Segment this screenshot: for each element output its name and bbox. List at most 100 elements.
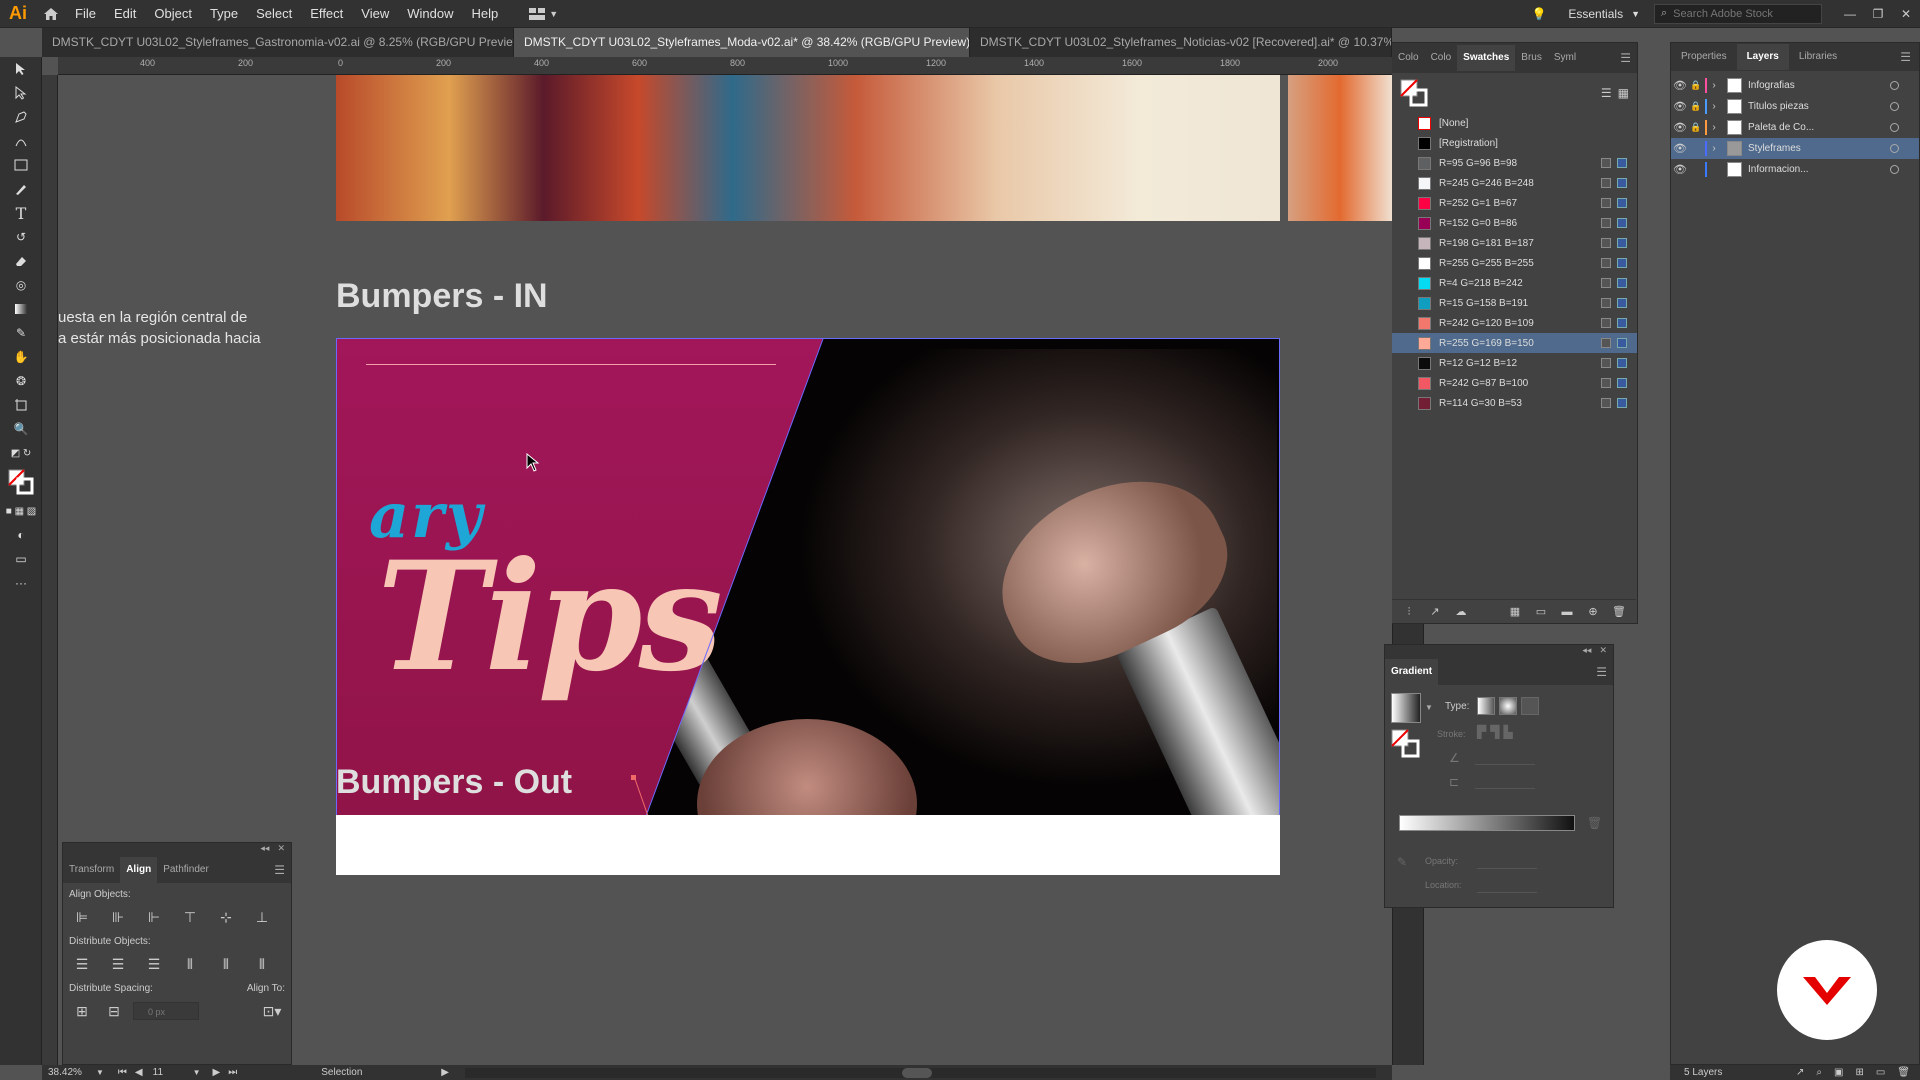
menu-help[interactable]: Help	[462, 6, 507, 21]
lightbulb-icon[interactable]: 💡	[1524, 7, 1554, 21]
tab-libraries[interactable]: Libraries	[1789, 44, 1847, 70]
previous-artboard-icon[interactable]: ◀	[135, 1067, 143, 1078]
export-icon[interactable]: ↗	[1796, 1067, 1804, 1078]
menu-file[interactable]: File	[66, 6, 105, 21]
minimize-button[interactable]: —	[1836, 7, 1864, 21]
tab-align[interactable]: Align	[120, 857, 158, 883]
opacity-field[interactable]	[1477, 853, 1537, 869]
lock-icon[interactable]: 🔒	[1689, 80, 1703, 91]
drawing-modes-icon[interactable]: ◐	[0, 523, 42, 547]
distribute-left-icon[interactable]: ⦀	[177, 951, 203, 977]
distribute-bottom-icon[interactable]: ☰	[141, 951, 167, 977]
chevron-down-icon[interactable]: ▼	[193, 1068, 201, 1077]
fill-stroke-icon[interactable]	[1400, 79, 1428, 107]
stock-search[interactable]: ⌕	[1654, 3, 1822, 24]
swatch-libraries-icon[interactable]: ⫶	[1398, 601, 1420, 623]
artboard-bumper-out[interactable]	[336, 815, 1280, 875]
menu-object[interactable]: Object	[145, 6, 201, 21]
stroke-within-icon[interactable]: ▛	[1477, 725, 1486, 739]
gradient-dropdown-icon[interactable]: ▼	[1425, 703, 1433, 712]
menu-select[interactable]: Select	[247, 6, 301, 21]
align-center-h-icon[interactable]: ⊪	[105, 904, 131, 930]
linear-gradient-icon[interactable]	[1477, 697, 1495, 715]
panel-menu-icon[interactable]: ☰	[1620, 51, 1637, 65]
workspace-switcher[interactable]: Essentials ▼	[1568, 7, 1640, 21]
align-right-icon[interactable]: ⊩	[141, 904, 167, 930]
distribute-center-h-icon[interactable]: ⦀	[213, 951, 239, 977]
spacing-input[interactable]: 0 px	[133, 1002, 199, 1020]
eye-icon[interactable]: 👁	[1671, 163, 1689, 176]
panel-menu-icon[interactable]: ☰	[1900, 50, 1919, 64]
distribute-right-icon[interactable]: ⦀	[249, 951, 275, 977]
last-artboard-icon[interactable]: ⏭	[228, 1067, 237, 1078]
menu-effect[interactable]: Effect	[301, 6, 352, 21]
home-icon[interactable]	[36, 0, 66, 28]
distribute-spacing-v-icon[interactable]: ⊞	[69, 998, 95, 1024]
default-colors-icon[interactable]: ◩ ↻	[0, 441, 42, 465]
arrange-documents-icon[interactable]: ▼	[529, 7, 558, 20]
gradient-swatch[interactable]	[1391, 693, 1421, 723]
fill-stroke-icon[interactable]	[1391, 729, 1421, 759]
close-icon[interactable]: ✕	[1599, 645, 1607, 659]
artboard-tool-icon[interactable]	[0, 393, 42, 417]
tab-brushes[interactable]: Brus	[1515, 45, 1548, 71]
lock-icon[interactable]: 🔒	[1689, 101, 1703, 112]
zoom-level[interactable]: 38.42%	[48, 1067, 96, 1078]
layer-informacion[interactable]: 👁 Informacion...	[1671, 159, 1919, 180]
make-clipping-mask-icon[interactable]: ▣	[1834, 1067, 1843, 1078]
chevron-right-icon[interactable]: ›	[1707, 122, 1721, 133]
radial-gradient-icon[interactable]	[1499, 697, 1517, 715]
rectangle-tool-icon[interactable]	[0, 153, 42, 177]
color-modes-icon[interactable]: ■ ▦ ▨	[0, 499, 42, 523]
target-icon[interactable]	[1890, 144, 1899, 153]
new-color-group-icon[interactable]: ▭	[1530, 601, 1552, 623]
artboard-header-image-2[interactable]	[1288, 75, 1392, 221]
delete-icon[interactable]: 🗑	[1897, 1067, 1910, 1078]
swatch-item[interactable]: R=152 G=0 B=86	[1392, 213, 1637, 233]
eyedropper-tool-icon[interactable]: ✎	[0, 321, 42, 345]
swatch-item[interactable]: R=4 G=218 B=242	[1392, 273, 1637, 293]
vertical-ruler[interactable]	[42, 75, 58, 1065]
rotate-tool-icon[interactable]: ↺	[0, 225, 42, 249]
eraser-tool-icon[interactable]	[0, 249, 42, 273]
menu-view[interactable]: View	[352, 6, 398, 21]
swatch-item[interactable]: R=242 G=87 B=100	[1392, 373, 1637, 393]
chevron-right-icon[interactable]: ▶	[441, 1067, 449, 1078]
align-to-dropdown[interactable]: ⊡▾	[259, 998, 285, 1024]
zoom-tool-icon[interactable]: 🔍	[0, 417, 42, 441]
new-sublayer-icon[interactable]: ⊞	[1855, 1067, 1863, 1078]
location-field[interactable]	[1477, 877, 1537, 893]
swatch-item[interactable]: R=15 G=158 B=191	[1392, 293, 1637, 313]
target-icon[interactable]	[1890, 123, 1899, 132]
shape-builder-tool-icon[interactable]: ◎	[0, 273, 42, 297]
stock-search-input[interactable]	[1673, 7, 1804, 20]
tab-transform[interactable]: Transform	[63, 857, 120, 883]
swatch-item-selected[interactable]: R=255 G=169 B=150	[1392, 333, 1637, 353]
layer-styleframes[interactable]: 👁 › Styleframes	[1671, 138, 1919, 159]
swatch-registration[interactable]: [Registration]	[1392, 133, 1637, 153]
new-swatch-icon[interactable]: ⊕	[1582, 601, 1604, 623]
aspect-ratio-field[interactable]	[1475, 773, 1535, 789]
show-kinds-icon[interactable]: ☁	[1450, 601, 1472, 623]
screen-mode-icon[interactable]: ▭	[0, 547, 42, 571]
swatch-item[interactable]: R=114 G=30 B=53	[1392, 393, 1637, 413]
type-tool-icon[interactable]: T	[0, 201, 42, 225]
tab-layers[interactable]: Layers	[1736, 44, 1789, 70]
paintbrush-tool-icon[interactable]	[0, 177, 42, 201]
delete-stop-icon[interactable]: 🗑	[1587, 816, 1602, 830]
more-tools-icon[interactable]: ···	[0, 571, 42, 595]
swatch-item[interactable]: R=242 G=120 B=109	[1392, 313, 1637, 333]
collapse-icon[interactable]: ◂◂	[1582, 645, 1591, 659]
direct-selection-tool-icon[interactable]	[0, 81, 42, 105]
gradient-slider[interactable]	[1399, 815, 1575, 831]
new-layer-icon[interactable]: ▭	[1876, 1067, 1885, 1078]
tab-gradient[interactable]: Gradient	[1385, 659, 1439, 685]
menu-edit[interactable]: Edit	[105, 6, 145, 21]
tab-moda[interactable]: DMSTK_CDYT U03L02_Styleframes_Moda-v02.a…	[514, 28, 970, 57]
swatch-item[interactable]: R=198 G=181 B=187	[1392, 233, 1637, 253]
folder-icon[interactable]: ▬	[1556, 601, 1578, 623]
stroke-along-icon[interactable]: ▜	[1490, 725, 1499, 739]
panel-menu-icon[interactable]: ☰	[1596, 665, 1613, 679]
swatch-item[interactable]: R=95 G=96 B=98	[1392, 153, 1637, 173]
tab-properties[interactable]: Properties	[1671, 44, 1737, 70]
